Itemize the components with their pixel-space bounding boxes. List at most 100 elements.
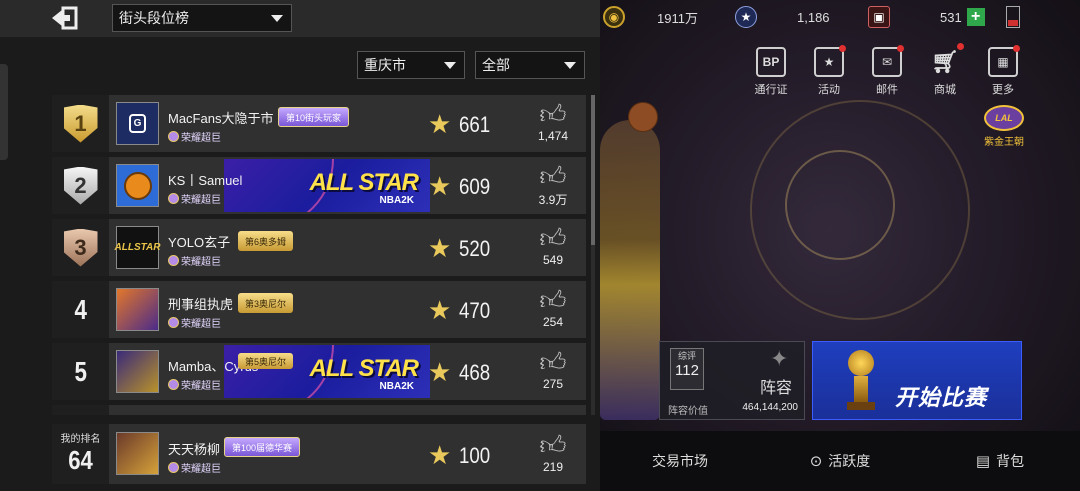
like-count: 219 bbox=[542, 460, 564, 474]
avatar[interactable] bbox=[116, 288, 159, 331]
badge-icon: ★ bbox=[735, 6, 757, 28]
lakers-label: 紫金王朝 bbox=[984, 137, 1024, 148]
score: 520 bbox=[459, 236, 491, 261]
avatar[interactable]: ALLSTAR bbox=[114, 226, 161, 269]
region-select[interactable]: 重庆市 bbox=[357, 51, 465, 79]
trophy-icon bbox=[843, 350, 879, 412]
scrollbar-thumb[interactable] bbox=[591, 95, 595, 245]
rank-cell: 1 bbox=[52, 95, 109, 152]
score: 661 bbox=[459, 112, 491, 137]
score: 609 bbox=[459, 174, 491, 199]
menu-pass-label: 通行证 bbox=[754, 84, 788, 96]
thumbs-up-icon: 👍︎ bbox=[539, 161, 567, 191]
add-gems-icon[interactable]: + bbox=[966, 8, 985, 26]
cartoon-avatar-icon bbox=[123, 171, 152, 200]
star-icon: ★ bbox=[428, 171, 452, 201]
pass-icon: BP bbox=[756, 47, 786, 77]
my-rank-cell: 我的排名 64 bbox=[52, 424, 109, 484]
crown-icon bbox=[168, 379, 179, 390]
menu-mail[interactable]: ✉ 邮件 bbox=[864, 45, 910, 97]
tab-activity[interactable]: ⊙ 活跃度 bbox=[760, 451, 920, 471]
board-type-select[interactable]: 街头段位榜 bbox=[112, 4, 292, 32]
thumbs-up-icon: 👍︎ bbox=[539, 430, 567, 460]
chevron-down-icon bbox=[444, 62, 456, 69]
title-badge: 第10街头玩家 bbox=[278, 107, 350, 127]
player-name: YOLO玄子 bbox=[168, 235, 231, 250]
avatar[interactable]: G bbox=[116, 102, 159, 145]
player-title: 荣耀超巨 bbox=[168, 460, 221, 475]
coins-counter[interactable]: ◉ 1911万 bbox=[603, 3, 713, 31]
chevron-down-icon bbox=[271, 15, 283, 22]
like-button[interactable]: 👍︎ 219 bbox=[528, 430, 578, 474]
chevron-down-icon bbox=[564, 62, 576, 69]
menu-more[interactable]: ▦ 更多 bbox=[980, 45, 1026, 97]
start-match-button[interactable]: 开始比赛 bbox=[812, 341, 1022, 420]
tab-bag-label: 背包 bbox=[996, 453, 1025, 469]
scrollbar[interactable] bbox=[591, 95, 595, 415]
mid-counter[interactable]: ★ 1,186 bbox=[735, 3, 845, 31]
like-button[interactable]: 👍︎ 3.9万 bbox=[528, 161, 578, 208]
player-name: 天天杨柳 bbox=[168, 442, 221, 457]
table-row[interactable]: 5 ALL STAR NBA2K Mamba、Cyrus 第5奥尼尔 荣耀超巨 … bbox=[52, 343, 586, 400]
menu-pass[interactable]: BP 通行证 bbox=[748, 47, 794, 97]
menu-shop[interactable]: 🛒︎ 商城 bbox=[922, 43, 968, 97]
my-rank-label: 我的排名 bbox=[60, 434, 101, 445]
thumbs-up-icon: 👍︎ bbox=[539, 347, 567, 377]
panel-header bbox=[0, 0, 600, 37]
lakers-dynasty[interactable]: LAL 紫金王朝 bbox=[982, 105, 1026, 148]
leaderboard-panel: 街头段位榜 重庆市 全部 1 G MacFans大隐于市 第10街头玩家 荣耀超… bbox=[0, 0, 600, 491]
table-row[interactable]: 1 G MacFans大隐于市 第10街头玩家 荣耀超巨 ★ 661 👍︎ 1,… bbox=[52, 95, 586, 152]
rank-cell: 4 bbox=[52, 281, 109, 338]
thumbs-up-icon: 👍︎ bbox=[539, 285, 567, 315]
leaderboard-list[interactable]: 1 G MacFans大隐于市 第10街头玩家 荣耀超巨 ★ 661 👍︎ 1,… bbox=[52, 95, 586, 415]
crown-icon bbox=[168, 131, 179, 142]
coin-icon: ◉ bbox=[603, 6, 625, 28]
thumbs-up-icon: 👍︎ bbox=[539, 99, 567, 129]
like-button[interactable]: 👍︎ 549 bbox=[528, 223, 578, 267]
player-title: 荣耀超巨 bbox=[168, 191, 221, 206]
rank-cell: 3 bbox=[52, 219, 109, 276]
title-badge: 第100届德华赛 bbox=[224, 437, 301, 457]
like-button[interactable]: 👍︎ 254 bbox=[528, 285, 578, 329]
allstar-avatar-icon: ALLSTAR bbox=[114, 242, 161, 253]
like-count: 254 bbox=[542, 315, 564, 329]
gems-counter[interactable]: ▣ 531 + bbox=[868, 3, 998, 31]
lineup-value-label: 阵容价值 bbox=[668, 406, 708, 417]
star-icon: ★ bbox=[428, 440, 452, 470]
like-button[interactable]: 👍︎ 275 bbox=[528, 347, 578, 391]
score: 100 bbox=[459, 443, 491, 468]
cart-icon: 🛒︎ bbox=[930, 43, 964, 77]
filter-select[interactable]: 全部 bbox=[475, 51, 585, 79]
bag-icon: ▤ bbox=[975, 453, 991, 470]
tab-market[interactable]: 交易市场 bbox=[600, 451, 760, 471]
like-button[interactable]: 👍︎ 1,474 bbox=[528, 99, 578, 143]
back-button[interactable] bbox=[50, 5, 80, 31]
all-star-banner: ALL STAR NBA2K bbox=[224, 159, 430, 212]
gem-icon: ▣ bbox=[868, 6, 890, 28]
gems-value: 531 bbox=[940, 9, 962, 25]
menu-events[interactable]: ★ 活动 bbox=[806, 45, 852, 97]
region-value: 重庆市 bbox=[364, 57, 406, 73]
avatar[interactable] bbox=[116, 350, 159, 393]
crown-icon bbox=[168, 193, 179, 204]
table-row[interactable]: 4 刑事组执虎 第3奥尼尔 荣耀超巨 ★ 470 👍︎ 254 bbox=[52, 281, 586, 338]
avatar[interactable] bbox=[116, 164, 159, 207]
title-badge: 第3奥尼尔 bbox=[238, 293, 294, 313]
rank-number: 5 bbox=[74, 355, 87, 387]
lineup-card[interactable]: 综评 112 ✦ 阵容 阵容价值 464,144,200 bbox=[659, 341, 805, 420]
lineup-title: 阵容 bbox=[760, 380, 793, 397]
table-row[interactable]: 2 ALL STAR NBA2K KS丨Samuel 荣耀超巨 ★ 609 👍︎… bbox=[52, 157, 586, 214]
player-title: 荣耀超巨 bbox=[168, 129, 221, 144]
my-rank-row[interactable]: 我的排名 64 天天杨柳 第100届德华赛 荣耀超巨 ★ 100 👍︎ 219 bbox=[52, 424, 586, 484]
rank-cell: 2 bbox=[52, 157, 109, 214]
player-title: 荣耀超巨 bbox=[168, 377, 221, 392]
gold-rank-badge: 1 bbox=[63, 104, 98, 143]
tab-bag[interactable]: ▤ 背包 bbox=[920, 451, 1080, 471]
table-row[interactable] bbox=[52, 405, 586, 415]
guild-logo-icon: G bbox=[128, 114, 147, 133]
coins-value: 1911万 bbox=[657, 10, 698, 26]
table-row[interactable]: 3 ALLSTAR YOLO玄子 第6奥多姆 荣耀超巨 ★ 520 👍︎ 549 bbox=[52, 219, 586, 276]
side-handle[interactable] bbox=[0, 64, 8, 160]
tab-market-label: 交易市场 bbox=[652, 453, 708, 469]
avatar[interactable] bbox=[116, 432, 159, 475]
